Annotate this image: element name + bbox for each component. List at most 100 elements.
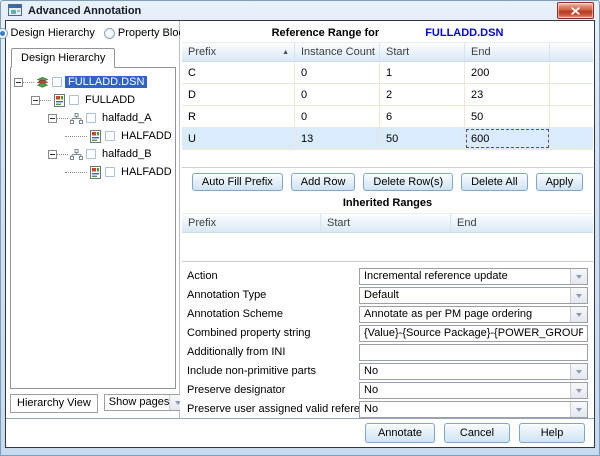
column-header-start[interactable]: Start (380, 43, 465, 61)
tree-item-label: HALFADD (118, 130, 175, 142)
preserve-designator-select[interactable]: No (359, 382, 588, 399)
reference-table-row[interactable]: C 0 1 200 (182, 62, 593, 84)
expand-collapse-icon[interactable] (14, 78, 23, 87)
cell-end[interactable]: 600 (465, 128, 550, 149)
tree-connector (57, 118, 68, 119)
form-field-label: Annotation Type (185, 289, 359, 301)
expand-collapse-icon[interactable] (48, 114, 57, 123)
app-icon (8, 4, 23, 17)
reference-range-header: Reference Range for FULLADD.DSN (182, 23, 593, 42)
form-field-label: Combined property string (185, 327, 359, 339)
chevron-down-icon (570, 307, 587, 322)
expand-collapse-icon[interactable] (31, 96, 40, 105)
cell-instance-count[interactable]: 13 (295, 128, 380, 149)
cell-spacer (550, 62, 593, 83)
range-buttons-row: Auto Fill Prefix Add Row Delete Row(s) D… (182, 168, 593, 195)
combo-value: No (360, 364, 570, 379)
tree-connector (65, 172, 87, 173)
action-row: Action Incremental reference update (185, 268, 588, 284)
cell-start[interactable]: 50 (380, 128, 465, 149)
dialog-footer: Annotate Cancel Help (6, 418, 594, 447)
tree-item-checkbox[interactable] (86, 149, 96, 159)
tree-item-label: FULLADD (82, 94, 138, 106)
reference-table-row[interactable]: U 13 50 600 (182, 128, 593, 150)
column-header-end[interactable]: End (465, 43, 550, 61)
cell-start[interactable]: 2 (380, 84, 465, 105)
inherited-column-start[interactable]: Start (321, 214, 451, 232)
design-icon (34, 75, 50, 89)
tree-item[interactable]: FULLADD.DSN (11, 73, 175, 91)
delete-rows-button[interactable]: Delete Row(s) (363, 173, 453, 191)
preserve-designator-row: Preserve designator No (185, 382, 588, 398)
cell-instance-count[interactable]: 0 (295, 62, 380, 83)
radio-property-block[interactable]: Property Block (104, 27, 190, 39)
cell-prefix[interactable]: R (182, 106, 295, 127)
reference-table-row[interactable]: R 0 6 50 (182, 106, 593, 128)
tree-item-label: FULLADD.DSN (65, 76, 147, 88)
page-icon (87, 129, 103, 143)
annotate-button[interactable]: Annotate (365, 423, 435, 443)
inherited-column-prefix[interactable]: Prefix (182, 214, 321, 232)
tree-item[interactable]: FULLADD (11, 91, 175, 109)
cell-start[interactable]: 1 (380, 62, 465, 83)
tree-connector (65, 136, 87, 137)
radio-selected-icon (0, 28, 8, 39)
combined-property-string-row: Combined property string (185, 325, 588, 341)
chevron-down-icon (570, 383, 587, 398)
advanced-annotation-dialog: Advanced Annotation Design Hierarchy Pro… (0, 0, 600, 456)
reference-table-row[interactable]: D 0 2 23 (182, 84, 593, 106)
delete-all-button[interactable]: Delete All (461, 173, 527, 191)
annotation-type-select[interactable]: Default (359, 287, 588, 304)
add-row-button[interactable]: Add Row (291, 173, 356, 191)
cell-prefix[interactable]: D (182, 84, 295, 105)
cell-prefix[interactable]: C (182, 62, 295, 83)
inherited-column-end[interactable]: End (451, 214, 593, 232)
hierarchy-view-select[interactable]: Show pages (104, 394, 188, 411)
action-select[interactable]: Incremental reference update (359, 268, 588, 285)
radio-design-hierarchy-label: Design Hierarchy (11, 27, 95, 39)
apply-button[interactable]: Apply (536, 173, 584, 191)
cell-end[interactable]: 23 (465, 84, 550, 105)
combo-value: Incremental reference update (360, 269, 570, 284)
tree-connector (23, 82, 34, 83)
radio-design-hierarchy[interactable]: Design Hierarchy (0, 27, 95, 39)
tab-design-hierarchy[interactable]: Design Hierarchy (11, 48, 115, 68)
chevron-down-icon (570, 288, 587, 303)
tree-item-checkbox[interactable] (52, 77, 62, 87)
expand-collapse-icon[interactable] (48, 150, 57, 159)
tree-item[interactable]: halfadd_A (11, 109, 175, 127)
column-header-prefix[interactable]: Prefix ▲ (182, 43, 295, 61)
tree-item-checkbox[interactable] (105, 167, 115, 177)
annotation-scheme-select[interactable]: Annotate as per PM page ordering (359, 306, 588, 323)
close-button[interactable] (557, 2, 594, 19)
tree-item[interactable]: halfadd_B (11, 145, 175, 163)
titlebar: Advanced Annotation (1, 1, 599, 20)
cell-prefix[interactable]: U (182, 128, 295, 149)
design-hierarchy-tree: FULLADD.DSN FULLADD halfadd_A HALFADD ha… (10, 67, 176, 389)
tree-item-checkbox[interactable] (69, 95, 79, 105)
radio-unselected-icon (104, 28, 115, 39)
tree-item[interactable]: HALFADD (11, 163, 175, 181)
cell-end[interactable]: 50 (465, 106, 550, 127)
auto-fill-prefix-button[interactable]: Auto Fill Prefix (192, 173, 283, 191)
cancel-button[interactable]: Cancel (444, 423, 510, 443)
cell-instance-count[interactable]: 0 (295, 84, 380, 105)
include-non-primitive-parts-select[interactable]: No (359, 363, 588, 380)
help-button[interactable]: Help (519, 423, 585, 443)
form-field-label: Preserve user assigned valid references (185, 403, 359, 415)
cell-instance-count[interactable]: 0 (295, 106, 380, 127)
form-field-label: Preserve designator (185, 384, 359, 396)
cell-end[interactable]: 200 (465, 62, 550, 83)
preserve-user-assigned-valid-references-select[interactable]: No (359, 401, 588, 418)
tree-item[interactable]: HALFADD (11, 127, 175, 145)
cell-start[interactable]: 6 (380, 106, 465, 127)
tree-item-checkbox[interactable] (105, 131, 115, 141)
additionally-from-ini-input[interactable] (359, 344, 588, 361)
column-header-instance-count[interactable]: Instance Count (295, 43, 380, 61)
tree-item-checkbox[interactable] (86, 113, 96, 123)
combined-property-string-input[interactable] (359, 325, 588, 342)
reference-range-title: Reference Range for (272, 27, 380, 39)
combo-value: Default (360, 288, 570, 303)
radio-property-block-label: Property Block (118, 27, 190, 39)
tree-item-label: HALFADD (118, 166, 175, 178)
